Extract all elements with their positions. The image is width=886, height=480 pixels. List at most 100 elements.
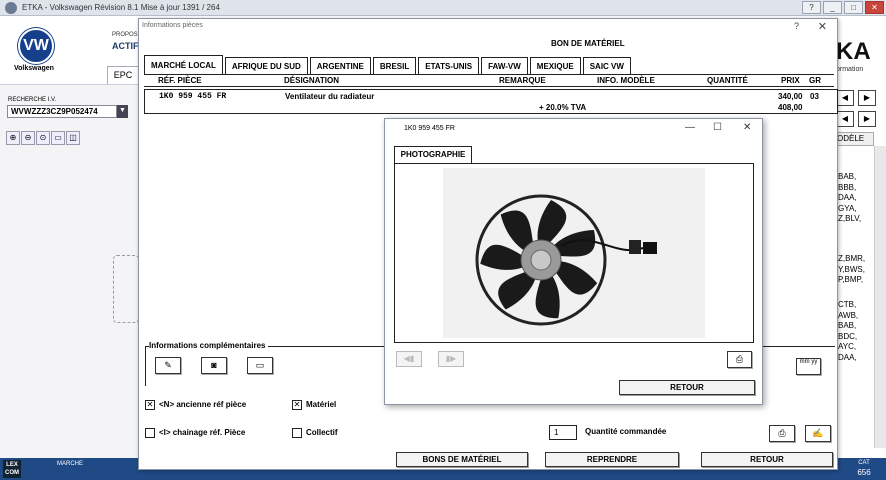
codes-group-a: BAB, BBB, DAA, GYA, Z,BLV,: [838, 172, 878, 225]
quantity-input[interactable]: 1: [549, 425, 577, 440]
photo-retour-button[interactable]: RETOUR: [619, 380, 755, 395]
code-item: AWB,: [838, 310, 859, 320]
ancienne-ref-label: <N> ancienne réf pièce: [159, 400, 247, 409]
actif-label: ACTIF: [112, 41, 139, 51]
bon-de-materiel-title: BON DE MATÉRIEL: [551, 39, 625, 48]
tab-epc[interactable]: EPC: [107, 66, 139, 84]
col-gr: GR: [809, 76, 821, 85]
cat-label: CAT: [858, 460, 870, 466]
search-label: RECHERCHE I.V.: [8, 97, 57, 103]
tab-saic-vw[interactable]: SAIC VW: [582, 57, 631, 74]
zoom-out-icon[interactable]: ⊖: [21, 131, 35, 145]
page-right-icon[interactable]: ▶: [858, 111, 876, 127]
chainage-label: <I> chainage réf. Pièce: [159, 428, 246, 437]
tab-bresil[interactable]: BRESIL: [372, 57, 417, 74]
col-info-modele: INFO. MODÈLE: [597, 76, 655, 85]
codes-group-b: Z,BMR, Y,BWS, P,BMP,: [838, 254, 878, 286]
code-item: AYC,: [838, 342, 857, 351]
zoom-reset-icon[interactable]: ▭: [51, 131, 65, 145]
codes-group-c: CTB, AWB, BAB, BDC, AYC, DAA,: [838, 300, 878, 363]
tab-argentine[interactable]: ARGENTINE: [309, 57, 371, 74]
etka-subtitle: ormation: [836, 66, 864, 73]
parts-table-header: RÉF. PIÈCE DÉSIGNATION REMARQUE INFO. MO…: [144, 74, 834, 87]
tab-afrique-du-sud[interactable]: AFRIQUE DU SUD: [224, 57, 308, 74]
cell-designation: Ventilateur du radiateur: [285, 92, 375, 101]
chainage-checkbox[interactable]: [145, 428, 155, 438]
col-ref: RÉF. PIÈCE: [158, 76, 202, 85]
proposition-label: PROPOS: [112, 32, 138, 38]
tab-etats-unis[interactable]: ETATS-UNIS: [418, 57, 480, 74]
unit-icon[interactable]: mm yy: [796, 358, 821, 375]
cell-prix: 340,00: [778, 92, 803, 101]
code-item: Z,BMR,: [838, 254, 866, 263]
ancienne-ref-checkbox[interactable]: ✕: [145, 400, 155, 410]
nav-next-icon[interactable]: ▶: [858, 90, 876, 106]
etka-app-icon: [5, 2, 17, 14]
photo-dialog-title: 1K0 959 455 FR: [404, 125, 455, 132]
tab-faw-vw[interactable]: FAW-VW: [481, 57, 528, 74]
lexcom-logo: LEX COM: [3, 460, 21, 478]
page-left-icon[interactable]: ◀: [836, 111, 854, 127]
status-marche: MARCHE: [57, 461, 84, 467]
cell-prix-ttc: 408,00: [778, 103, 803, 112]
photo-close-button[interactable]: ✕: [743, 122, 751, 133]
col-remarque: REMARQUE: [499, 76, 546, 85]
cell-gr: 03: [810, 92, 819, 101]
code-item: DAA,: [838, 193, 857, 202]
quantity-label: Quantité commandée: [585, 427, 667, 436]
edit-pencil-icon[interactable]: ✎: [155, 357, 181, 374]
collectif-checkbox[interactable]: [292, 428, 302, 438]
dialog-close-button[interactable]: ✕: [818, 20, 827, 33]
help-button[interactable]: ?: [802, 1, 821, 14]
code-item: Y,BWS,: [838, 264, 865, 274]
materiel-label: Matériel: [306, 400, 337, 409]
photo-prev-icon[interactable]: ◀▮: [396, 351, 422, 367]
info-complementaires-label: Informations complémentaires: [149, 341, 269, 350]
col-designation: DÉSIGNATION: [284, 76, 339, 85]
collectif-label: Collectif: [306, 428, 338, 437]
table-row[interactable]: 1K0 959 455 FR Ventilateur du radiateur …: [144, 89, 838, 114]
materiel-checkbox[interactable]: ✕: [292, 400, 302, 410]
bons-de-materiel-button[interactable]: BONS DE MATÉRIEL: [396, 452, 528, 467]
code-item: BBB,: [838, 182, 857, 192]
nav-buttons-2: ◀ ▶: [836, 111, 876, 127]
zoom-fit-icon[interactable]: ⊙: [36, 131, 50, 145]
tab-mexique[interactable]: MEXIQUE: [529, 57, 581, 74]
zoom-window-icon[interactable]: ◫: [66, 131, 80, 145]
zoom-toolbar: ⊕ ⊖ ⊙ ▭ ◫: [6, 131, 136, 145]
code-item: P,BMP,: [838, 275, 864, 284]
tab-photographie[interactable]: PHOTOGRAPHIE: [394, 146, 472, 163]
dialog-help-button[interactable]: ?: [794, 21, 799, 31]
photo-next-icon[interactable]: ▮▶: [438, 351, 464, 367]
exploded-view-thumbnail[interactable]: [113, 255, 139, 323]
photo-minimize-button[interactable]: —: [685, 122, 695, 133]
zoom-in-icon[interactable]: ⊕: [6, 131, 20, 145]
photo-print-icon[interactable]: ⎙: [727, 351, 752, 368]
vin-input[interactable]: WVWZZZ3CZ9P052474: [7, 105, 117, 118]
cell-tva: + 20.0% TVA: [539, 103, 587, 112]
chevron-down-icon[interactable]: ▼: [117, 105, 128, 118]
right-scrollbar[interactable]: [874, 146, 886, 448]
edit-list-icon[interactable]: ✍: [805, 425, 831, 442]
window-title-bar: ETKA - Volkswagen Révision 8.1 Mise à jo…: [0, 0, 886, 16]
minimize-button[interactable]: _: [823, 1, 842, 14]
window-title: ETKA - Volkswagen Révision 8.1 Mise à jo…: [22, 3, 220, 12]
close-button[interactable]: ✕: [865, 1, 884, 14]
code-item: Z,BLV,: [838, 214, 862, 223]
code-item: BAB,: [838, 172, 857, 181]
etka-logo: KA: [836, 38, 871, 65]
col-prix: PRIX: [781, 76, 800, 85]
photo-maximize-button[interactable]: ☐: [713, 122, 722, 133]
brand-name: Volkswagen: [14, 65, 54, 72]
reprendre-button[interactable]: REPRENDRE: [545, 452, 679, 467]
code-item: DAA,: [838, 352, 857, 362]
retour-button[interactable]: RETOUR: [701, 452, 833, 467]
maximize-button[interactable]: □: [844, 1, 863, 14]
print-icon[interactable]: ⎙: [769, 425, 795, 442]
sheet-icon[interactable]: ▭: [247, 357, 273, 374]
camera-icon[interactable]: ◙: [201, 357, 227, 374]
tab-marche-local[interactable]: MARCHÉ LOCAL: [144, 55, 223, 74]
col-quantite: QUANTITÉ: [707, 76, 748, 85]
market-tabs: MARCHÉ LOCAL AFRIQUE DU SUD ARGENTINE BR…: [144, 55, 631, 74]
nav-prev-icon[interactable]: ◀: [836, 90, 854, 106]
